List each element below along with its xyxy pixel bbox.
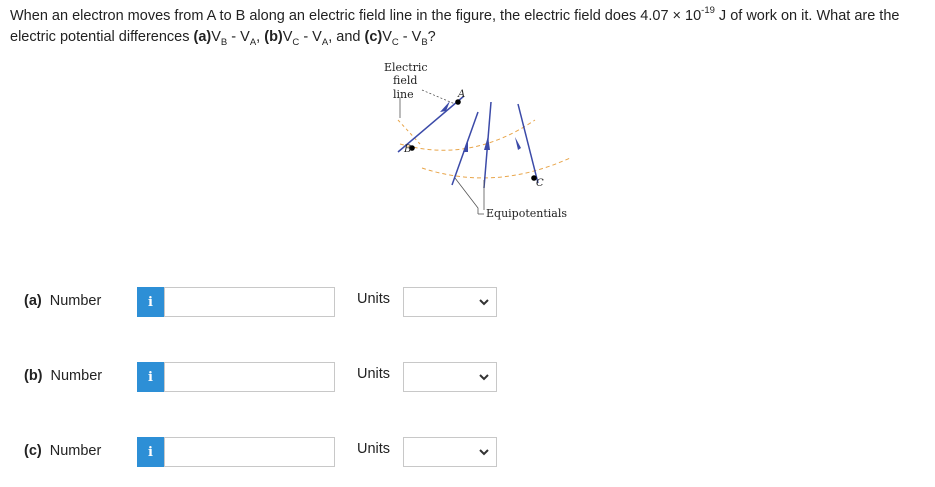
number-label: Number [49, 293, 102, 309]
var: - V [299, 29, 322, 45]
field-arrow [440, 101, 450, 112]
number-label: Number [49, 443, 102, 459]
label-field: field [393, 74, 417, 87]
number-input-c[interactable] [164, 437, 335, 467]
field-arrow [515, 137, 521, 150]
electric-field-figure: Electric field line A B C Equipotentials [360, 60, 600, 230]
label-equipotentials: Equipotentials [486, 207, 567, 220]
units-label: Units [357, 441, 391, 457]
number-label: Number [50, 368, 103, 384]
part-a-label: (a) [193, 29, 212, 45]
units-select-a[interactable] [403, 287, 497, 317]
point-a-dot [455, 99, 461, 105]
answer-row-c: (c) Number i Units [0, 435, 935, 469]
part-label: (c) [24, 443, 42, 459]
units-label: Units [357, 366, 391, 382]
chevron-down-icon [479, 299, 489, 306]
number-input-b[interactable] [164, 362, 335, 392]
field-line [517, 103, 539, 184]
label-c: C [536, 178, 544, 189]
chevron-down-icon [479, 374, 489, 381]
label-b: B [403, 144, 411, 155]
sep: ? [427, 29, 436, 45]
units-select-c[interactable] [403, 437, 497, 467]
answer-row-a: (a) Number i Units [0, 285, 935, 319]
label-electric: Electric [384, 61, 428, 74]
info-button[interactable]: i [137, 437, 164, 467]
var: V [211, 29, 221, 45]
leader-line [421, 89, 456, 105]
var: V [382, 29, 392, 45]
part-label: (a) [24, 293, 42, 309]
leader-line [454, 177, 479, 214]
exponent: -19 [701, 5, 715, 17]
part-c-label: (c) [364, 29, 383, 45]
label-a: A [457, 89, 465, 100]
part-label: (b) [24, 368, 43, 384]
sep: , and [328, 29, 365, 45]
answer-row-b: (b) Number i Units [0, 360, 935, 394]
number-input-a[interactable] [164, 287, 335, 317]
var: - V [227, 29, 250, 45]
question-text: When an electron moves from A to B along… [10, 6, 930, 48]
info-button[interactable]: i [137, 362, 164, 392]
figure-svg: Electric field line A B C Equipotentials [384, 61, 571, 220]
var: V [282, 29, 293, 45]
label-line: line [393, 88, 414, 101]
chevron-down-icon [479, 449, 489, 456]
part-b-label: (b) [264, 29, 283, 45]
equipotential-arc-outer [421, 157, 571, 179]
field-arrow [484, 136, 490, 150]
row-label: (a) Number [24, 293, 101, 309]
units-label: Units [357, 291, 391, 307]
sub: C [391, 36, 399, 48]
row-label: (b) Number [24, 368, 102, 384]
question-part: When an electron moves from A to B along… [10, 8, 702, 24]
units-select-b[interactable] [403, 362, 497, 392]
var: - V [398, 29, 422, 45]
info-button[interactable]: i [137, 287, 164, 317]
equipotential-dash [397, 119, 421, 145]
row-label: (c) Number [24, 443, 101, 459]
